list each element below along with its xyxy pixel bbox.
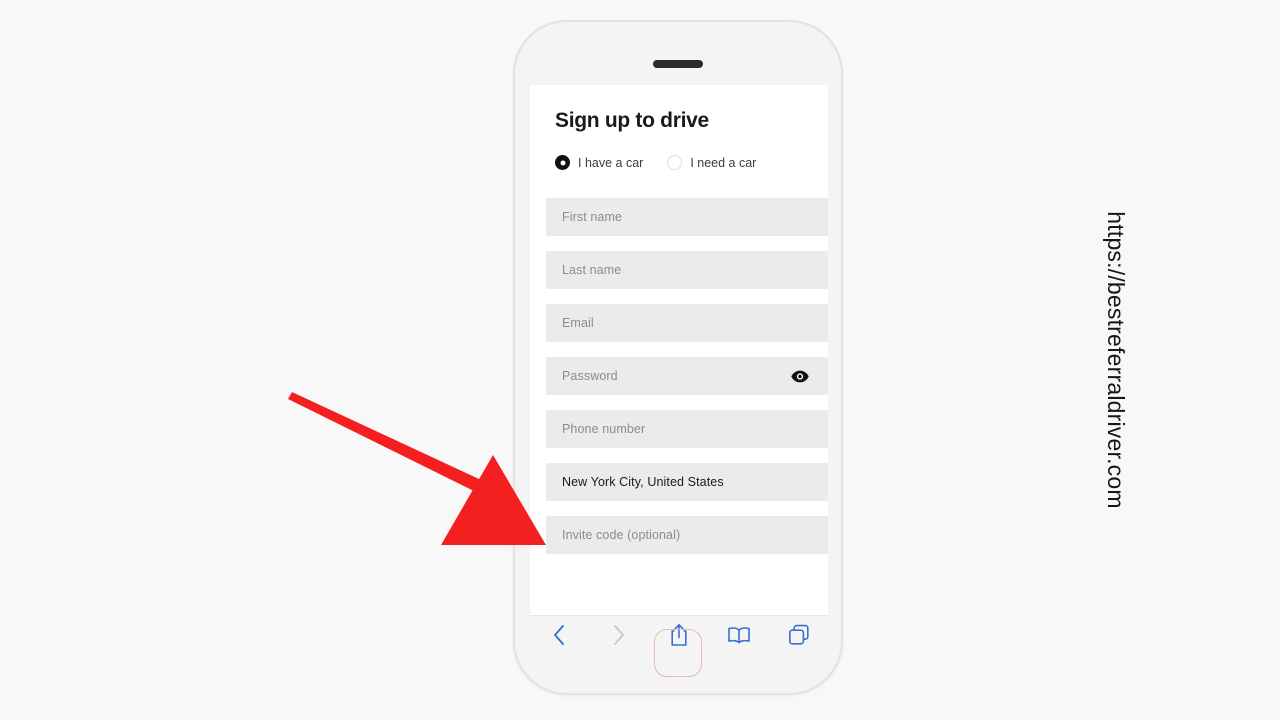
signup-form: First name Last name Email Password Phon… bbox=[546, 198, 828, 554]
city-field[interactable]: New York City, United States bbox=[546, 463, 828, 501]
first-name-field[interactable]: First name bbox=[546, 198, 828, 236]
phone-screen: Sign up to drive I have a car I need a c… bbox=[530, 85, 828, 615]
back-icon[interactable] bbox=[546, 622, 572, 648]
city-value: New York City, United States bbox=[562, 475, 724, 489]
car-option-radio-group: I have a car I need a car bbox=[555, 155, 828, 170]
forward-icon[interactable] bbox=[606, 622, 632, 648]
password-placeholder: Password bbox=[562, 369, 618, 383]
site-watermark: https://bestreferraldriver.com bbox=[1102, 211, 1129, 509]
first-name-placeholder: First name bbox=[562, 210, 623, 224]
home-button[interactable] bbox=[654, 629, 702, 677]
phone-speaker-grille bbox=[653, 60, 703, 68]
tabs-icon[interactable] bbox=[786, 622, 812, 648]
radio-option-need-car[interactable]: I need a car bbox=[667, 155, 756, 170]
eye-icon[interactable] bbox=[791, 367, 809, 385]
invite-code-placeholder: Invite code (optional) bbox=[562, 528, 681, 542]
radio-label-need-car: I need a car bbox=[690, 155, 757, 170]
radio-label-have-car: I have a car bbox=[578, 155, 644, 170]
last-name-field[interactable]: Last name bbox=[546, 251, 828, 289]
radio-selected-icon[interactable] bbox=[555, 155, 570, 170]
signup-form-card: Sign up to drive I have a car I need a c… bbox=[546, 87, 828, 569]
radio-unselected-icon[interactable] bbox=[667, 155, 683, 170]
phone-number-placeholder: Phone number bbox=[562, 422, 646, 436]
last-name-placeholder: Last name bbox=[562, 263, 622, 277]
page-title: Sign up to drive bbox=[555, 109, 709, 132]
radio-option-have-car[interactable]: I have a car bbox=[555, 155, 643, 170]
email-placeholder: Email bbox=[562, 316, 594, 330]
smartphone-mockup: Sign up to drive I have a car I need a c… bbox=[513, 20, 843, 695]
phone-number-field[interactable]: Phone number bbox=[546, 410, 828, 448]
email-field[interactable]: Email bbox=[546, 304, 828, 342]
invite-code-field[interactable]: Invite code (optional) bbox=[546, 516, 828, 554]
password-field[interactable]: Password bbox=[546, 357, 828, 395]
bookmarks-icon[interactable] bbox=[726, 622, 752, 648]
